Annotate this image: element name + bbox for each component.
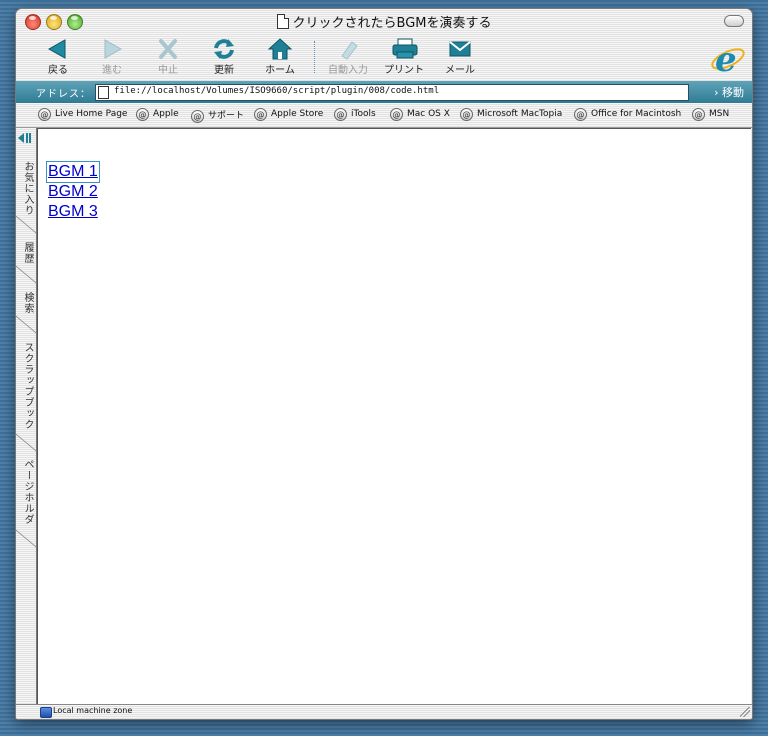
at-icon: @ bbox=[334, 108, 347, 121]
forward-label: 進む bbox=[102, 65, 122, 76]
refresh-button[interactable]: 更新 bbox=[198, 38, 250, 76]
home-label: ホーム bbox=[265, 65, 295, 76]
favorite-msn[interactable]: @ MSN bbox=[692, 108, 729, 121]
document-icon bbox=[276, 14, 289, 29]
refresh-icon bbox=[212, 38, 236, 60]
print-label: プリント bbox=[384, 65, 424, 76]
printer-icon bbox=[392, 38, 418, 60]
go-button[interactable]: › 移動 bbox=[714, 84, 744, 100]
favorite-apple[interactable]: @ Apple bbox=[136, 108, 179, 121]
svg-text:e: e bbox=[715, 40, 737, 77]
address-url: file://localhost/Volumes/ISO9660/script/… bbox=[114, 86, 440, 96]
mail-label: メール bbox=[445, 65, 475, 76]
back-button[interactable]: 戻る bbox=[32, 38, 84, 76]
go-label: 移動 bbox=[722, 86, 744, 99]
toolbar-separator bbox=[314, 41, 315, 73]
bgm-1-link[interactable]: BGM 1 bbox=[46, 161, 100, 183]
autofill-pen-icon bbox=[336, 38, 360, 60]
at-icon: @ bbox=[38, 108, 51, 121]
tab-search[interactable]: 検索 bbox=[17, 288, 35, 318]
mail-button[interactable]: メール bbox=[434, 38, 486, 76]
at-icon: @ bbox=[574, 108, 587, 121]
status-text: Local machine zone bbox=[53, 706, 133, 715]
back-label: 戻る bbox=[48, 65, 68, 76]
title-bar[interactable]: クリックされたらBGMを演奏する bbox=[16, 9, 752, 35]
status-bar: Local machine zone bbox=[16, 704, 752, 719]
internet-explorer-logo: e bbox=[710, 39, 746, 80]
tab-divider bbox=[16, 265, 36, 284]
refresh-label: 更新 bbox=[214, 65, 234, 76]
explorer-sidebar-tabs: お気に入り 履歴 検索 スクラップブック ページホルダ bbox=[16, 128, 37, 704]
favorite-support[interactable]: @ サポート bbox=[191, 108, 244, 123]
tab-favorites[interactable]: お気に入り bbox=[17, 158, 35, 218]
at-icon: @ bbox=[390, 108, 403, 121]
forward-arrow-icon bbox=[100, 38, 124, 60]
tab-divider bbox=[16, 529, 36, 548]
at-icon: @ bbox=[254, 108, 267, 121]
tab-divider bbox=[16, 315, 36, 334]
toolbar: 戻る 進む 中止 更新 ホーム 自動入力 プリント メール e bbox=[16, 35, 752, 81]
back-arrow-icon bbox=[46, 38, 70, 60]
favorite-microsoft-mactopia[interactable]: @ Microsoft MacTopia bbox=[460, 108, 562, 121]
tab-divider bbox=[16, 433, 36, 452]
stop-x-icon bbox=[156, 38, 180, 60]
favorite-live-home-page[interactable]: @ Live Home Page bbox=[38, 108, 127, 121]
page-content: BGM 1 BGM 2 BGM 3 bbox=[37, 128, 751, 705]
browser-window: クリックされたらBGMを演奏する 戻る 進む 中止 更新 ホーム 自動入力 プリ… bbox=[15, 8, 753, 720]
stop-button[interactable]: 中止 bbox=[142, 38, 194, 76]
autofill-label: 自動入力 bbox=[328, 65, 368, 76]
bgm-3-link[interactable]: BGM 3 bbox=[48, 203, 98, 221]
bgm-2-link[interactable]: BGM 2 bbox=[48, 183, 98, 201]
favorites-bar: @ Live Home Page @ Apple @ サポート @ Apple Stor… bbox=[16, 103, 752, 128]
home-icon bbox=[267, 38, 293, 60]
autofill-button[interactable]: 自動入力 bbox=[322, 38, 374, 76]
mail-envelope-icon bbox=[448, 38, 472, 60]
zone-icon bbox=[40, 707, 52, 718]
at-icon: @ bbox=[191, 110, 204, 123]
print-button[interactable]: プリント bbox=[378, 38, 430, 76]
resize-grip-icon[interactable] bbox=[740, 707, 750, 717]
favorite-apple-store[interactable]: @ Apple Store bbox=[254, 108, 323, 121]
favorite-itools[interactable]: @ iTools bbox=[334, 108, 376, 121]
tab-page-holder[interactable]: ページホルダ bbox=[17, 452, 35, 532]
favorite-office-for-macintosh[interactable]: @ Office for Macintosh bbox=[574, 108, 681, 121]
window-title-wrap: クリックされたらBGMを演奏する bbox=[16, 12, 752, 31]
sidebar-toggle-icon[interactable] bbox=[17, 130, 34, 144]
address-label: アドレス： bbox=[36, 89, 91, 100]
at-icon: @ bbox=[136, 108, 149, 121]
window-title: クリックされたらBGMを演奏する bbox=[292, 16, 492, 31]
forward-button[interactable]: 進む bbox=[86, 38, 138, 76]
tab-divider bbox=[16, 215, 36, 234]
at-icon: @ bbox=[692, 108, 705, 121]
favorite-mac-os-x[interactable]: @ Mac OS X bbox=[390, 108, 450, 121]
page-document-icon bbox=[98, 86, 109, 99]
address-bar: アドレス： file://localhost/Volumes/ISO9660/s… bbox=[16, 81, 752, 103]
stop-label: 中止 bbox=[158, 65, 178, 76]
address-input[interactable]: file://localhost/Volumes/ISO9660/script/… bbox=[95, 84, 689, 101]
tab-history[interactable]: 履歴 bbox=[17, 238, 35, 268]
home-button[interactable]: ホーム bbox=[254, 38, 306, 76]
tab-scrapbook[interactable]: スクラップブック bbox=[17, 336, 35, 436]
toolbar-toggle-button[interactable] bbox=[724, 15, 744, 27]
at-icon: @ bbox=[460, 108, 473, 121]
